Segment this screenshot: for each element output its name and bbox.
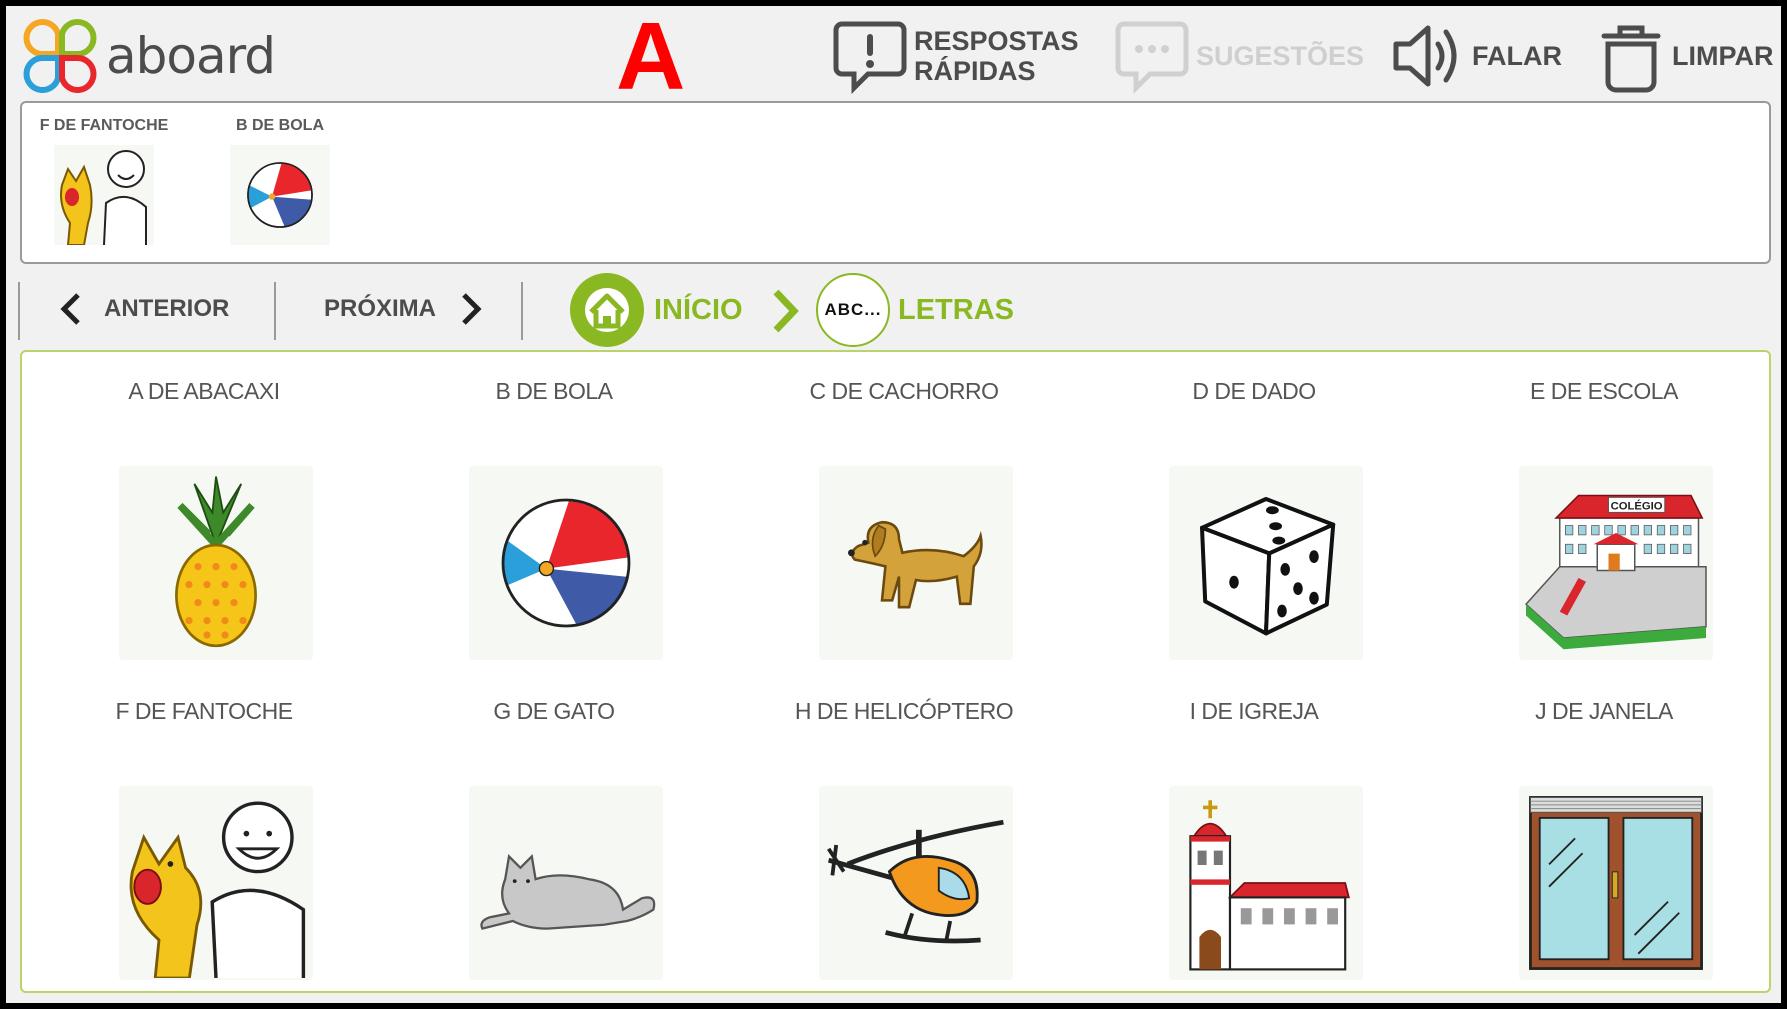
school-icon: COLÉGIO xyxy=(1524,494,1707,650)
breadcrumb-letters-label: LETRAS xyxy=(898,293,1014,326)
divider xyxy=(521,282,523,340)
card-c-cachorro[interactable]: C DE CACHORRO xyxy=(744,352,1064,660)
card-label: I DE IGREJA xyxy=(1189,698,1319,724)
letters-abc-icon: ABC... xyxy=(816,273,890,347)
breadcrumb-letters[interactable]: ABC... LETRAS xyxy=(816,272,1014,348)
card-g-gato[interactable]: G DE GATO xyxy=(394,672,714,980)
message-item-label: B DE BOLA xyxy=(236,117,324,134)
aboard-logo: aboard xyxy=(20,16,290,96)
card-a-abacaxi[interactable]: A DE ABACAXI xyxy=(44,352,364,660)
card-label: C DE CACHORRO xyxy=(809,378,999,404)
quick-replies-label-1: RESPOSTAS xyxy=(914,26,1079,56)
card-j-janela[interactable]: J DE JANELA xyxy=(1444,672,1764,980)
church-icon xyxy=(1189,800,1350,971)
divider xyxy=(274,282,276,340)
ball-icon xyxy=(501,498,631,628)
logo-wordmark: aboard xyxy=(106,27,276,85)
breadcrumb-home[interactable]: INÍCIO xyxy=(570,272,743,348)
speak-label: FALAR xyxy=(1472,41,1562,71)
quick-replies-label-2: RÁPIDAS xyxy=(914,56,1036,86)
clear-label: LIMPAR xyxy=(1672,41,1774,71)
puppet-icon xyxy=(60,150,147,245)
chevron-right-icon xyxy=(462,293,482,325)
breadcrumb-home-label: INÍCIO xyxy=(654,293,743,326)
speaker-icon xyxy=(1393,25,1457,87)
ball-icon xyxy=(247,162,313,228)
chevron-left-icon xyxy=(60,293,80,325)
pictogram-grid: A DE ABACAXI B DE BOLA C DE CACHORRO D D… xyxy=(20,350,1771,993)
current-letter: A xyxy=(616,6,686,110)
card-label: E DE ESCOLA xyxy=(1530,378,1678,404)
pineapple-icon xyxy=(175,476,257,648)
card-b-bola[interactable]: B DE BOLA xyxy=(394,352,714,660)
card-label: G DE GATO xyxy=(493,698,615,724)
dog-icon xyxy=(848,520,983,609)
message-bar[interactable]: F DE FANTOCHE B DE BOLA xyxy=(20,101,1771,264)
speak-button[interactable]: FALAR xyxy=(1390,16,1562,96)
trash-icon xyxy=(1601,25,1661,93)
dice-icon xyxy=(1200,497,1336,636)
card-label: D DE DADO xyxy=(1192,378,1316,404)
app-frame: aboard A RESPOSTAS RÁPIDAS SUGESTÕES FAL… xyxy=(6,6,1781,1003)
message-item-label: F DE FANTOCHE xyxy=(39,117,169,134)
cat-icon xyxy=(480,854,656,930)
next-button[interactable]: PRÓXIMA xyxy=(324,280,486,338)
card-label: J DE JANELA xyxy=(1535,698,1673,724)
puppet-icon xyxy=(129,801,306,978)
quick-replies-button[interactable]: RESPOSTAS RÁPIDAS xyxy=(832,16,1079,96)
suggestions-icon xyxy=(1115,21,1189,94)
card-f-fantoche[interactable]: F DE FANTOCHE xyxy=(44,672,364,980)
previous-button[interactable]: ANTERIOR xyxy=(56,280,229,338)
card-i-igreja[interactable]: I DE IGREJA xyxy=(1094,672,1414,980)
message-item[interactable]: B DE BOLA xyxy=(210,117,350,245)
top-toolbar: aboard A RESPOSTAS RÁPIDAS SUGESTÕES FAL… xyxy=(6,6,1781,105)
previous-label: ANTERIOR xyxy=(104,295,230,322)
message-item[interactable]: F DE FANTOCHE xyxy=(34,117,174,245)
card-label: F DE FANTOCHE xyxy=(115,698,293,724)
quick-reply-icon xyxy=(833,21,907,94)
suggestions-button[interactable]: SUGESTÕES xyxy=(1114,16,1364,96)
card-d-dado[interactable]: D DE DADO xyxy=(1094,352,1414,660)
window-icon xyxy=(1529,796,1703,970)
suggestions-label: SUGESTÕES xyxy=(1196,41,1365,71)
card-h-helicoptero[interactable]: H DE HELICÓPTERO xyxy=(744,672,1064,980)
logo-flower-icon xyxy=(23,19,97,93)
card-label: H DE HELICÓPTERO xyxy=(794,698,1014,724)
clear-button[interactable]: LIMPAR xyxy=(1596,16,1774,96)
card-e-escola[interactable]: E DE ESCOLA COLÉGIO xyxy=(1444,352,1764,660)
divider xyxy=(18,282,20,340)
card-label: A DE ABACAXI xyxy=(128,378,280,404)
card-label: B DE BOLA xyxy=(495,378,613,404)
home-icon xyxy=(585,288,629,332)
breadcrumb-separator-icon xyxy=(773,289,799,333)
helicopter-icon xyxy=(827,819,1004,944)
next-label: PRÓXIMA xyxy=(324,295,437,322)
svg-text:COLÉGIO: COLÉGIO xyxy=(1611,500,1663,513)
navigation-row: ANTERIOR PRÓXIMA INÍCIO ABC... LETRAS xyxy=(6,268,1781,352)
